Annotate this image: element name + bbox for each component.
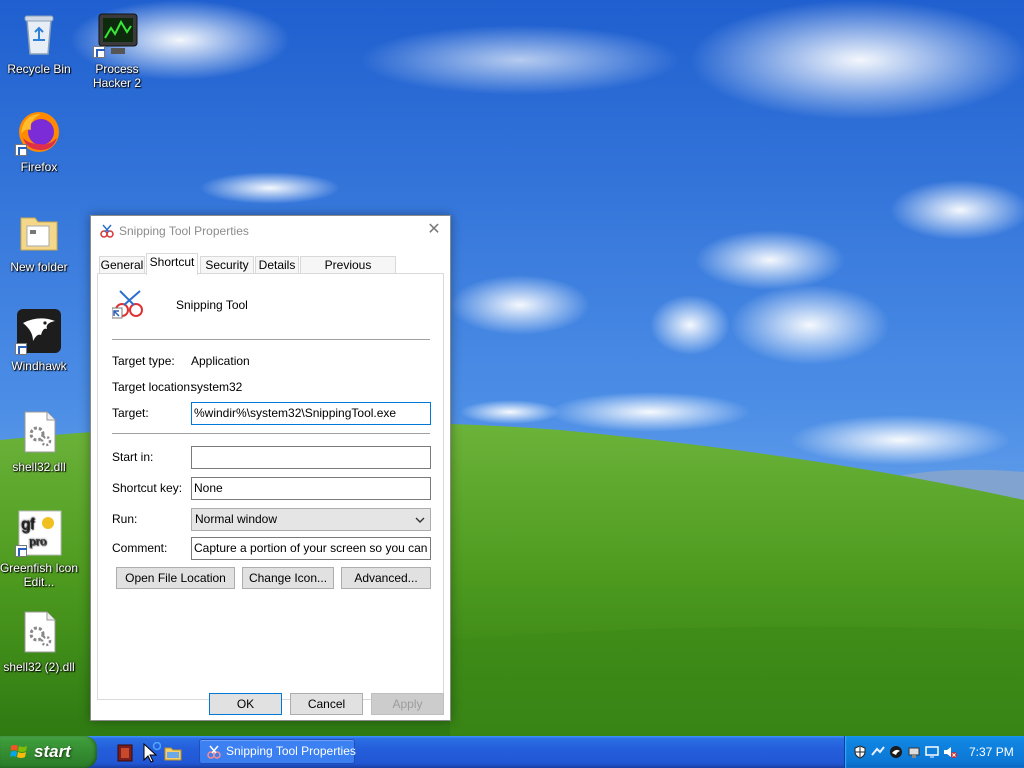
desktop-icon-label: New folder [10, 260, 68, 274]
desktop-icon-label: Greenfish Icon Edit... [0, 561, 79, 589]
target-type-value: Application [191, 354, 250, 368]
taskbar: start Snipping Tool Properties 7:37 PM [0, 736, 1024, 768]
shortcut-tab-panel: Snipping Tool Target type: Application T… [97, 273, 444, 700]
desktop-icon-shell32-dll[interactable]: shell32.dll [0, 408, 81, 474]
open-file-location-button[interactable]: Open File Location [116, 567, 235, 589]
desktop-icon-windhawk[interactable]: Windhawk [0, 307, 81, 373]
run-select[interactable]: Normal window [191, 508, 431, 531]
change-icon-button[interactable]: Change Icon... [242, 567, 334, 589]
desktop-icon-label: Process Hacker 2 [92, 62, 142, 90]
windows-logo-icon [10, 745, 27, 758]
taskbar-item-label: Snipping Tool Properties [226, 744, 356, 758]
desktop-icon-label: Firefox [20, 160, 58, 174]
dll-file-icon [15, 408, 63, 456]
quick-launch-app-icon[interactable] [116, 744, 134, 762]
recycle-bin-icon [15, 10, 63, 58]
snipping-tool-icon [207, 745, 221, 759]
cancel-button[interactable]: Cancel [290, 693, 363, 715]
close-button[interactable]: ✕ [418, 216, 450, 246]
comment-field[interactable]: Capture a portion of your screen so you … [191, 537, 431, 560]
desktop-icon-label: Recycle Bin [7, 62, 71, 76]
advanced-button[interactable]: Advanced... [341, 567, 431, 589]
quick-launch-cursor-icon[interactable] [141, 742, 161, 764]
divider [112, 433, 430, 434]
chevron-down-icon [415, 517, 425, 523]
folder-icon [15, 208, 63, 256]
shortcut-arrow-icon [93, 46, 105, 58]
desktop-icon-label: Windhawk [11, 359, 67, 373]
firefox-icon [15, 108, 63, 156]
volume-muted-icon[interactable] [943, 745, 957, 759]
taskbar-item-snipping-tool-properties[interactable]: Snipping Tool Properties [199, 739, 356, 764]
tab-shortcut[interactable]: Shortcut [146, 253, 198, 275]
desktop-icon-recycle-bin[interactable]: Recycle Bin [0, 10, 81, 76]
comment-label: Comment: [112, 541, 168, 555]
system-tray: 7:37 PM [844, 736, 1024, 768]
shortcut-arrow-icon [15, 144, 27, 156]
display-icon[interactable] [925, 745, 939, 759]
desktop-icon-greenfish[interactable]: gf pro Greenfish Icon Edit... [0, 509, 81, 589]
snipping-tool-icon [100, 224, 114, 238]
clock[interactable]: 7:37 PM [969, 745, 1014, 759]
svg-text:pro: pro [29, 533, 46, 548]
shortcut-name: Snipping Tool [176, 298, 248, 312]
greenfish-icon: gf pro [15, 509, 63, 557]
start-in-label: Start in: [112, 450, 154, 464]
target-type-label: Target type: [112, 354, 175, 368]
apply-button[interactable]: Apply [371, 693, 444, 715]
target-location-value: system32 [191, 380, 243, 394]
network-icon[interactable] [871, 745, 885, 759]
target-location-label: Target location: [112, 380, 194, 394]
desktop-icon-shell32-2-dll[interactable]: shell32 (2).dll [0, 608, 81, 674]
run-select-value: Normal window [195, 512, 278, 526]
process-hacker-icon [93, 10, 141, 58]
dialog-titlebar[interactable]: Snipping Tool Properties ✕ [91, 216, 450, 246]
dll-file-icon [15, 608, 63, 656]
tab-details[interactable]: Details [255, 256, 299, 274]
shortcut-arrow-icon [15, 343, 27, 355]
desktop-icon-label: shell32 (2).dll [3, 660, 75, 674]
start-in-field[interactable] [191, 446, 431, 469]
desktop-icon-firefox[interactable]: Firefox [0, 108, 81, 174]
desktop-icon-label: shell32.dll [12, 460, 66, 474]
target-field[interactable]: %windir%\system32\SnippingTool.exe [191, 402, 431, 425]
app-tray-icon[interactable] [889, 745, 903, 759]
dialog-title: Snipping Tool Properties [119, 224, 249, 238]
properties-dialog: Snipping Tool Properties ✕ General Short… [90, 215, 451, 721]
start-button[interactable]: start [0, 736, 97, 768]
desktop-icon-new-folder[interactable]: New folder [0, 208, 81, 274]
close-icon: ✕ [427, 221, 441, 238]
desktop-icon-process-hacker[interactable]: Process Hacker 2 [75, 10, 159, 90]
windhawk-icon [15, 307, 63, 355]
snipping-tool-app-icon [112, 290, 143, 319]
tab-security[interactable]: Security [200, 256, 254, 274]
tab-previous-versions[interactable]: Previous Versions [300, 256, 396, 288]
shortcut-key-label: Shortcut key: [112, 481, 183, 495]
divider [112, 339, 430, 340]
security-shield-icon[interactable] [853, 745, 867, 759]
tab-general[interactable]: General [99, 256, 145, 274]
ok-button[interactable]: OK [209, 693, 282, 715]
svg-text:gf: gf [21, 516, 35, 533]
run-label: Run: [112, 512, 138, 526]
target-label: Target: [112, 406, 149, 420]
shortcut-arrow-icon [15, 545, 27, 557]
start-label: start [34, 742, 71, 761]
usb-device-icon[interactable] [907, 745, 921, 759]
shortcut-key-field[interactable]: None [191, 477, 431, 500]
quick-launch-explorer-icon[interactable] [164, 744, 182, 762]
